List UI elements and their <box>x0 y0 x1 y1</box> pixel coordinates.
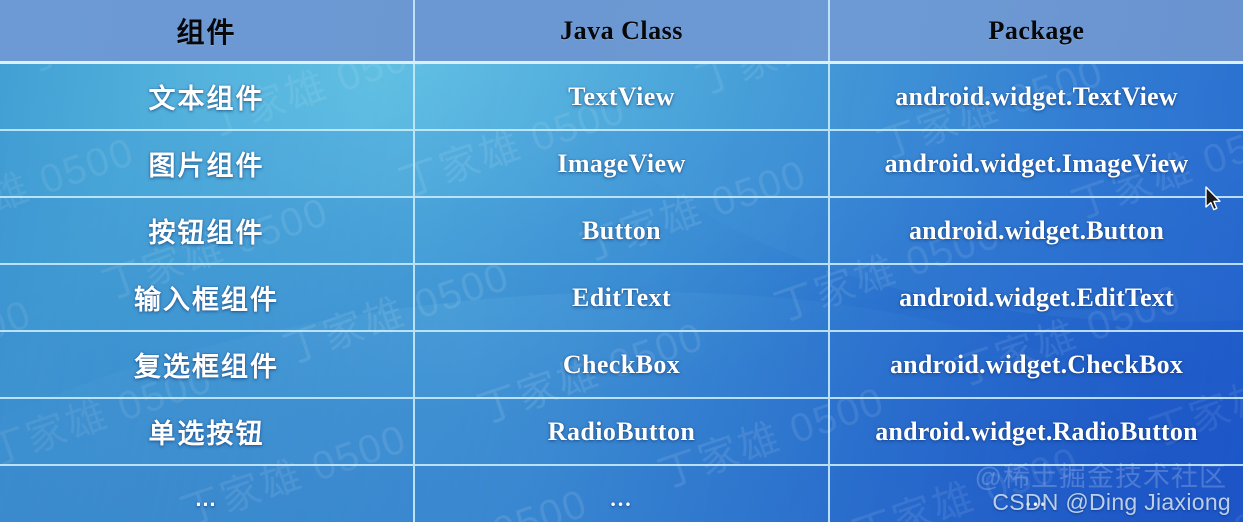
table-cell-java-class: CheckBox <box>415 332 830 397</box>
cell-label: EditText <box>571 282 672 312</box>
table-cell-java-class: … <box>415 466 830 522</box>
table-cell-component: 复选框组件 <box>0 332 415 397</box>
table-header-label: 组件 <box>176 16 237 48</box>
table-row: 单选按钮 RadioButton android.widget.RadioBut… <box>0 399 1243 466</box>
cell-label: Button <box>582 215 661 245</box>
table-cell-package: … <box>830 466 1243 522</box>
cell-label: android.widget.TextView <box>895 81 1178 111</box>
cell-label: 单选按钮 <box>148 419 265 449</box>
cell-label: android.widget.ImageView <box>884 148 1189 178</box>
table-header-label: Java Class <box>560 15 683 45</box>
table-cell-package: android.widget.TextView <box>830 64 1243 129</box>
table-cell-component: 输入框组件 <box>0 265 415 330</box>
cell-label: android.widget.EditText <box>899 282 1174 312</box>
table-header-label: Package <box>988 15 1085 45</box>
table-header-cell-java-class: Java Class <box>415 0 830 61</box>
table-cell-component: 按钮组件 <box>0 198 415 263</box>
table-cell-package: android.widget.Button <box>830 198 1243 263</box>
cell-label: android.widget.CheckBox <box>889 349 1184 379</box>
table-cell-java-class: EditText <box>415 265 830 330</box>
table-row: 按钮组件 Button android.widget.Button <box>0 198 1243 265</box>
cell-label: ImageView <box>557 148 686 178</box>
table-cell-component: 文本组件 <box>0 64 415 129</box>
table-cell-component: 图片组件 <box>0 131 415 196</box>
table-cell-package: android.widget.RadioButton <box>830 399 1243 464</box>
cell-label: … <box>194 485 219 511</box>
cell-label: 按钮组件 <box>148 218 265 248</box>
table-cell-java-class: TextView <box>415 64 830 129</box>
cell-label: 输入框组件 <box>134 285 279 315</box>
cell-label: CheckBox <box>562 349 681 379</box>
components-table: 组件 Java Class Package 文本组件 TextView andr… <box>0 0 1243 522</box>
cell-label: android.widget.RadioButton <box>875 416 1198 446</box>
table-cell-package: android.widget.ImageView <box>830 131 1243 196</box>
table-cell-component: … <box>0 466 415 522</box>
table-cell-java-class: Button <box>415 198 830 263</box>
cell-label: 文本组件 <box>148 84 265 114</box>
table-header-row: 组件 Java Class Package <box>0 0 1243 64</box>
table-cell-component: 单选按钮 <box>0 399 415 464</box>
table-header-cell-component: 组件 <box>0 0 415 61</box>
cell-label: … <box>1024 485 1049 511</box>
table-cell-package: android.widget.EditText <box>830 265 1243 330</box>
cell-label: 复选框组件 <box>134 352 279 382</box>
cell-label: … <box>609 485 634 511</box>
cell-label: RadioButton <box>547 416 696 446</box>
table-row: 文本组件 TextView android.widget.TextView <box>0 64 1243 131</box>
table-cell-java-class: ImageView <box>415 131 830 196</box>
table-cell-package: android.widget.CheckBox <box>830 332 1243 397</box>
cell-label: 图片组件 <box>148 151 265 181</box>
slide-screenshot: 丁家雄 0500丁家雄 0500丁家雄 0500丁家雄 0500丁家雄 0500… <box>0 0 1243 522</box>
table-row: 图片组件 ImageView android.widget.ImageView <box>0 131 1243 198</box>
table-row: … … … <box>0 466 1243 522</box>
cell-label: TextView <box>568 81 675 111</box>
table-row: 复选框组件 CheckBox android.widget.CheckBox <box>0 332 1243 399</box>
table-row: 输入框组件 EditText android.widget.EditText <box>0 265 1243 332</box>
table-cell-java-class: RadioButton <box>415 399 830 464</box>
cell-label: android.widget.Button <box>908 215 1165 245</box>
table-header-cell-package: Package <box>830 0 1243 61</box>
